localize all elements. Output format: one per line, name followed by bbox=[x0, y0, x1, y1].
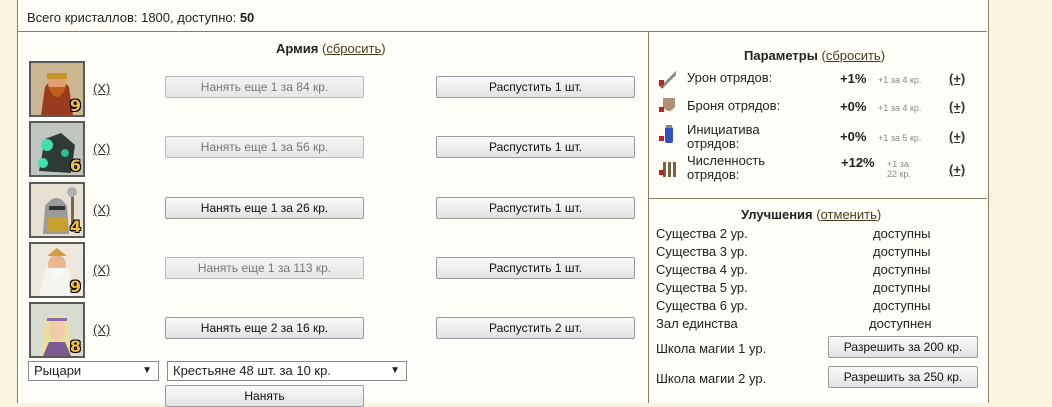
faction-select-value: Рыцари bbox=[34, 363, 82, 378]
dropdown-arrow-icon: ▼ bbox=[390, 365, 400, 376]
unit-portrait-elf: 8 bbox=[29, 302, 85, 358]
param-value: +0% bbox=[840, 129, 867, 144]
allow-magic-school-button[interactable]: Разрешить за 250 кр. bbox=[828, 366, 978, 388]
army-panel: Армия (сбросить) 9 (X) Нанять еще 1 за 8… bbox=[18, 32, 649, 407]
crystals-bar: Всего кристаллов: 1800, доступно: 50 bbox=[18, 0, 987, 32]
param-label: Броня отрядов: bbox=[687, 98, 781, 113]
param-value: +1% bbox=[840, 71, 867, 86]
unit-portrait-dwarf: 9 bbox=[29, 61, 85, 117]
upgrade-label: Существа 5 ур. bbox=[656, 280, 748, 295]
unit-level: 9 bbox=[69, 277, 81, 296]
param-cost-note: +1 за 5 кр. bbox=[878, 133, 922, 143]
param-cost-note: +1 за 22 кр. bbox=[887, 159, 911, 179]
upgrades-cancel-link[interactable]: отменить bbox=[821, 207, 877, 222]
param-increase-link[interactable]: (+) bbox=[949, 129, 965, 144]
unit-level: 4 bbox=[69, 217, 81, 236]
allow-magic-school-button[interactable]: Разрешить за 200 кр. bbox=[828, 336, 978, 358]
unit-remove-link[interactable]: (X) bbox=[93, 81, 110, 96]
upgrades-title: Улучшения (отменить) bbox=[741, 207, 881, 222]
army-title: Армия (сбросить) bbox=[276, 41, 386, 56]
param-value: +0% bbox=[840, 99, 867, 114]
upgrade-status: доступны bbox=[873, 280, 931, 295]
unit-level: 6 bbox=[69, 156, 81, 175]
dismiss-button[interactable]: Распустить 1 шт. bbox=[436, 257, 635, 279]
upgrade-label: Существа 6 ур. bbox=[656, 298, 748, 313]
unit-portrait-knight: 4 bbox=[29, 182, 85, 238]
magic-school-label: Школа магии 2 ур. bbox=[656, 371, 767, 386]
shield-icon bbox=[659, 98, 675, 112]
hire-button[interactable]: Нанять bbox=[165, 385, 364, 407]
dismiss-button[interactable]: Распустить 2 шт. bbox=[436, 317, 635, 339]
upgrade-status: доступны bbox=[873, 262, 931, 277]
unit-portrait-priest: 9 bbox=[29, 242, 85, 298]
unit-select[interactable]: Крестьяне 48 шт. за 10 кр. ▼ bbox=[167, 361, 407, 381]
magic-school-label: Школа магии 1 ур. bbox=[656, 341, 767, 356]
param-label: Инициатива отрядов: bbox=[687, 122, 760, 151]
unit-remove-link[interactable]: (X) bbox=[93, 262, 110, 277]
unit-remove-link[interactable]: (X) bbox=[93, 322, 110, 337]
upgrades-panel: Улучшения (отменить) Существа 2 ур. дост… bbox=[649, 199, 987, 403]
crystals-label: Всего кристаллов: 1800, доступно: bbox=[27, 10, 240, 25]
upgrade-status: доступны bbox=[873, 298, 931, 313]
param-increase-link[interactable]: (+) bbox=[949, 71, 965, 86]
upgrade-label: Зал единства bbox=[656, 316, 738, 331]
dismiss-button[interactable]: Распустить 1 шт. bbox=[436, 197, 635, 219]
param-label: Урон отрядов: bbox=[687, 70, 773, 85]
dismiss-button[interactable]: Распустить 1 шт. bbox=[436, 76, 635, 98]
unit-select-value: Крестьяне 48 шт. за 10 кр. bbox=[173, 363, 331, 378]
crystals-available: 50 bbox=[239, 10, 255, 25]
potion-icon bbox=[659, 125, 673, 143]
army-title-text: Армия bbox=[276, 41, 319, 56]
unit-level: 9 bbox=[69, 96, 81, 115]
upgrade-label: Существа 2 ур. bbox=[656, 226, 748, 241]
upgrade-label: Существа 3 ур. bbox=[656, 244, 748, 259]
army-reset-link[interactable]: сбросить bbox=[326, 41, 381, 56]
crystals-text: Всего кристаллов: 1800, доступно: 50 bbox=[27, 10, 254, 25]
sword-icon bbox=[658, 71, 676, 89]
upgrades-title-text: Улучшения bbox=[741, 207, 813, 222]
hire-more-button[interactable]: Нанять еще 1 за 26 кр. bbox=[165, 197, 364, 219]
dismiss-button[interactable]: Распустить 1 шт. bbox=[436, 136, 635, 158]
param-increase-link[interactable]: (+) bbox=[949, 162, 965, 177]
hire-more-button[interactable]: Нанять еще 1 за 84 кр. bbox=[165, 76, 364, 98]
param-cost-note: +1 за 4 кр. bbox=[878, 75, 922, 85]
hire-more-button[interactable]: Нанять еще 1 за 56 кр. bbox=[165, 136, 364, 158]
upgrade-status: доступны bbox=[873, 226, 931, 241]
hire-more-button[interactable]: Нанять еще 1 за 113 кр. bbox=[165, 257, 364, 279]
params-reset-paren-close: ) bbox=[880, 48, 886, 63]
unit-level: 8 bbox=[69, 337, 81, 356]
army-reset-paren-close: ) bbox=[381, 41, 386, 56]
params-title: Параметры (сбросить) bbox=[744, 48, 885, 63]
hire-more-button[interactable]: Нанять еще 2 за 16 кр. bbox=[165, 317, 364, 339]
param-cost-note: +1 за 4 кр. bbox=[878, 103, 922, 113]
unit-portrait-golem: 6 bbox=[29, 121, 85, 177]
params-panel: Параметры (сбросить) Урон отрядов: +1% +… bbox=[649, 32, 987, 199]
params-title-text: Параметры bbox=[744, 48, 818, 63]
unit-remove-link[interactable]: (X) bbox=[93, 141, 110, 156]
troops-icon bbox=[659, 162, 676, 177]
dropdown-arrow-icon: ▼ bbox=[142, 365, 152, 376]
upgrade-status: доступнен bbox=[869, 316, 932, 331]
upgrade-label: Существа 4 ур. bbox=[656, 262, 748, 277]
param-label: Численность отрядов: bbox=[687, 153, 766, 182]
upgrades-cancel-paren-close: ) bbox=[876, 207, 882, 222]
param-increase-link[interactable]: (+) bbox=[949, 99, 965, 114]
param-value: +12% bbox=[841, 155, 875, 170]
faction-select[interactable]: Рыцари ▼ bbox=[28, 361, 159, 381]
unit-remove-link[interactable]: (X) bbox=[93, 202, 110, 217]
params-reset-link[interactable]: сбросить bbox=[826, 48, 881, 63]
upgrade-status: доступны bbox=[873, 244, 931, 259]
